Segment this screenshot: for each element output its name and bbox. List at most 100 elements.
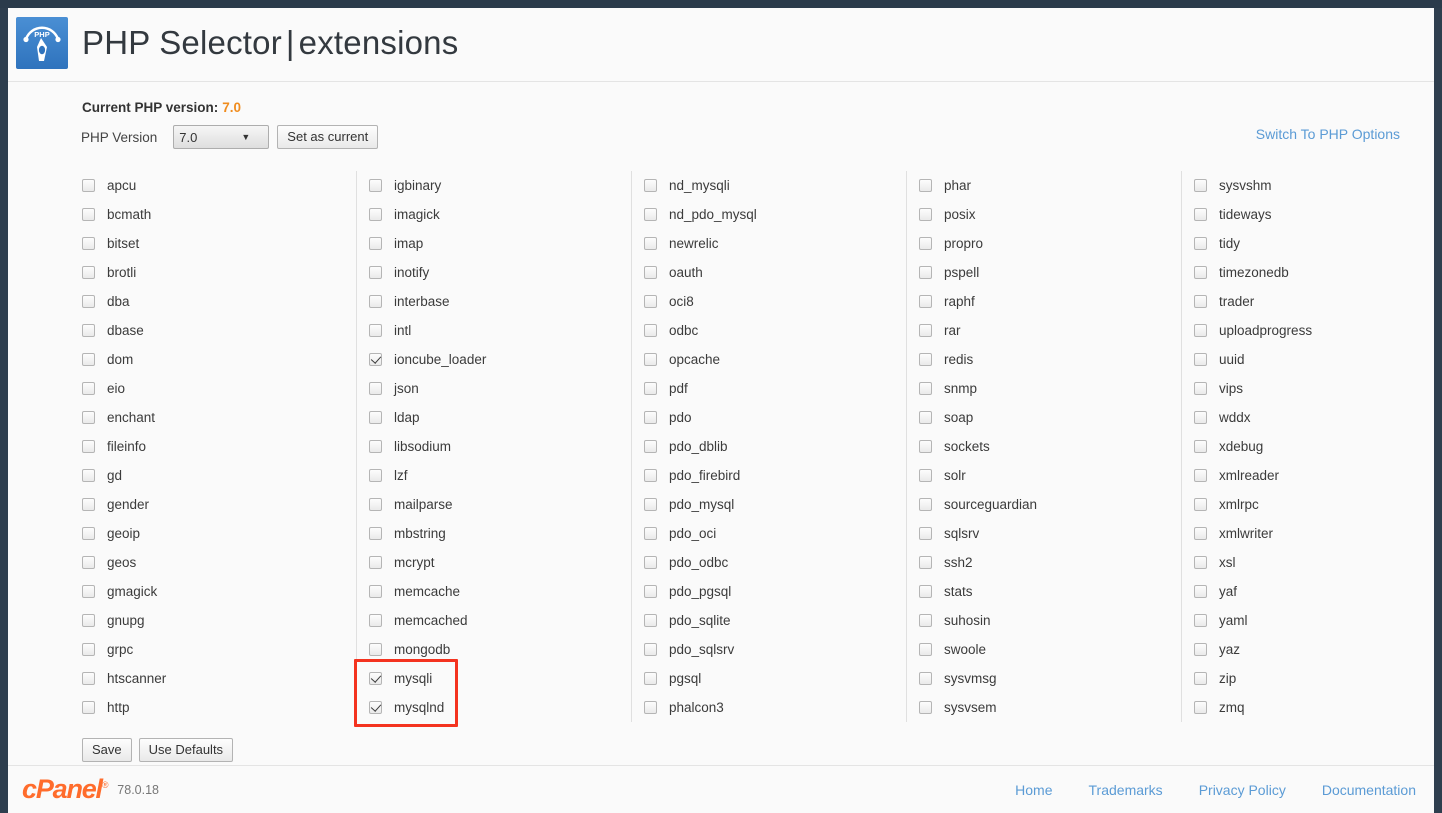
- use-defaults-button[interactable]: Use Defaults: [138, 738, 234, 762]
- checkbox-mcrypt[interactable]: [369, 556, 382, 569]
- extension-item[interactable]: timezonedb: [1194, 258, 1434, 287]
- footer-link-trademarks[interactable]: Trademarks: [1089, 782, 1163, 798]
- extension-item[interactable]: wddx: [1194, 403, 1434, 432]
- extension-item[interactable]: pdo: [644, 403, 892, 432]
- checkbox-tideways[interactable]: [1194, 208, 1207, 221]
- extension-label[interactable]: timezonedb: [1219, 265, 1289, 280]
- extension-item[interactable]: nd_pdo_mysql: [644, 200, 892, 229]
- extension-label[interactable]: pdo_odbc: [669, 555, 728, 570]
- checkbox-json[interactable]: [369, 382, 382, 395]
- extension-label[interactable]: gmagick: [107, 584, 157, 599]
- extension-item[interactable]: pdo_dblib: [644, 432, 892, 461]
- extension-label[interactable]: tideways: [1219, 207, 1272, 222]
- extension-label[interactable]: interbase: [394, 294, 450, 309]
- extension-item[interactable]: zmq: [1194, 693, 1434, 722]
- checkbox-geoip[interactable]: [82, 527, 95, 540]
- checkbox-uuid[interactable]: [1194, 353, 1207, 366]
- extension-label[interactable]: gnupg: [107, 613, 145, 628]
- extension-item[interactable]: vips: [1194, 374, 1434, 403]
- extension-item[interactable]: yaml: [1194, 606, 1434, 635]
- extension-item[interactable]: mcrypt: [369, 548, 617, 577]
- extension-item[interactable]: geos: [82, 548, 342, 577]
- checkbox-yaf[interactable]: [1194, 585, 1207, 598]
- extension-item[interactable]: dom: [82, 345, 342, 374]
- checkbox-mysqlnd[interactable]: [369, 701, 382, 714]
- extension-label[interactable]: zmq: [1219, 700, 1245, 715]
- checkbox-ssh2[interactable]: [919, 556, 932, 569]
- extension-item[interactable]: ioncube_loader: [369, 345, 617, 374]
- extension-label[interactable]: uploadprogress: [1219, 323, 1312, 338]
- extension-item[interactable]: uploadprogress: [1194, 316, 1434, 345]
- extension-item[interactable]: suhosin: [919, 606, 1167, 635]
- extension-item[interactable]: trader: [1194, 287, 1434, 316]
- checkbox-suhosin[interactable]: [919, 614, 932, 627]
- extension-item[interactable]: gnupg: [82, 606, 342, 635]
- extension-item[interactable]: brotli: [82, 258, 342, 287]
- extension-label[interactable]: mbstring: [394, 526, 446, 541]
- extension-label[interactable]: eio: [107, 381, 125, 396]
- extension-label[interactable]: rar: [944, 323, 961, 338]
- extension-item[interactable]: interbase: [369, 287, 617, 316]
- extension-label[interactable]: pgsql: [669, 671, 701, 686]
- extension-item[interactable]: htscanner: [82, 664, 342, 693]
- extension-label[interactable]: sysvmsg: [944, 671, 997, 686]
- extension-label[interactable]: inotify: [394, 265, 429, 280]
- checkbox-vips[interactable]: [1194, 382, 1207, 395]
- extension-item[interactable]: mailparse: [369, 490, 617, 519]
- extension-item[interactable]: geoip: [82, 519, 342, 548]
- extension-label[interactable]: wddx: [1219, 410, 1251, 425]
- checkbox-phalcon3[interactable]: [644, 701, 657, 714]
- checkbox-sqlsrv[interactable]: [919, 527, 932, 540]
- checkbox-libsodium[interactable]: [369, 440, 382, 453]
- extension-item[interactable]: tideways: [1194, 200, 1434, 229]
- checkbox-zmq[interactable]: [1194, 701, 1207, 714]
- checkbox-apcu[interactable]: [82, 179, 95, 192]
- extension-item[interactable]: sockets: [919, 432, 1167, 461]
- extension-item[interactable]: imap: [369, 229, 617, 258]
- extension-label[interactable]: imagick: [394, 207, 440, 222]
- extension-item[interactable]: mbstring: [369, 519, 617, 548]
- extension-item[interactable]: yaz: [1194, 635, 1434, 664]
- extension-item[interactable]: gd: [82, 461, 342, 490]
- extension-item[interactable]: http: [82, 693, 342, 722]
- extension-label[interactable]: tidy: [1219, 236, 1240, 251]
- extension-item[interactable]: sysvsem: [919, 693, 1167, 722]
- extension-label[interactable]: swoole: [944, 642, 986, 657]
- extension-item[interactable]: mysqli: [369, 664, 617, 693]
- extension-label[interactable]: dbase: [107, 323, 144, 338]
- extension-item[interactable]: ldap: [369, 403, 617, 432]
- checkbox-phar[interactable]: [919, 179, 932, 192]
- extension-label[interactable]: intl: [394, 323, 411, 338]
- extension-label[interactable]: geoip: [107, 526, 140, 541]
- extension-label[interactable]: geos: [107, 555, 136, 570]
- checkbox-pdo_sqlsrv[interactable]: [644, 643, 657, 656]
- checkbox-odbc[interactable]: [644, 324, 657, 337]
- extension-label[interactable]: sysvsem: [944, 700, 997, 715]
- extension-label[interactable]: enchant: [107, 410, 155, 425]
- checkbox-posix[interactable]: [919, 208, 932, 221]
- checkbox-pdo_sqlite[interactable]: [644, 614, 657, 627]
- extension-item[interactable]: stats: [919, 577, 1167, 606]
- extension-item[interactable]: igbinary: [369, 171, 617, 200]
- extension-label[interactable]: pdo_mysql: [669, 497, 734, 512]
- extension-label[interactable]: brotli: [107, 265, 136, 280]
- extension-label[interactable]: gd: [107, 468, 122, 483]
- extension-item[interactable]: eio: [82, 374, 342, 403]
- checkbox-fileinfo[interactable]: [82, 440, 95, 453]
- extension-item[interactable]: pdo_mysql: [644, 490, 892, 519]
- extension-item[interactable]: oauth: [644, 258, 892, 287]
- extension-item[interactable]: pdo_sqlsrv: [644, 635, 892, 664]
- save-button[interactable]: Save: [82, 738, 132, 762]
- extension-label[interactable]: raphf: [944, 294, 975, 309]
- checkbox-rar[interactable]: [919, 324, 932, 337]
- extension-item[interactable]: dba: [82, 287, 342, 316]
- checkbox-uploadprogress[interactable]: [1194, 324, 1207, 337]
- footer-link-privacy-policy[interactable]: Privacy Policy: [1199, 782, 1286, 798]
- extension-label[interactable]: opcache: [669, 352, 720, 367]
- extension-label[interactable]: xsl: [1219, 555, 1236, 570]
- extension-item[interactable]: lzf: [369, 461, 617, 490]
- checkbox-nd_pdo_mysql[interactable]: [644, 208, 657, 221]
- extension-item[interactable]: xsl: [1194, 548, 1434, 577]
- checkbox-inotify[interactable]: [369, 266, 382, 279]
- checkbox-pdf[interactable]: [644, 382, 657, 395]
